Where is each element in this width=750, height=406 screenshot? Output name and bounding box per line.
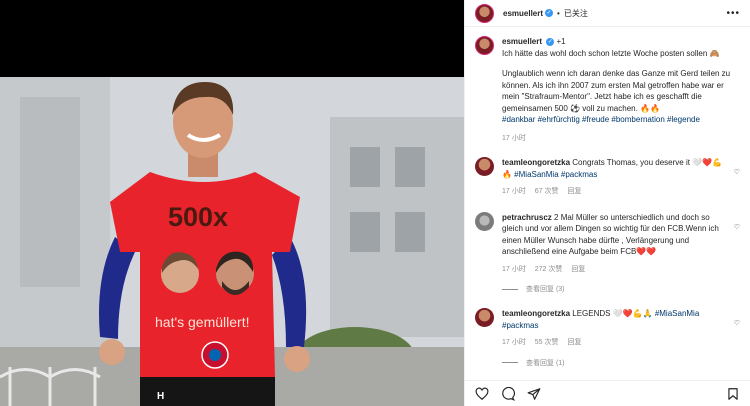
comment-likes[interactable]: 67 次赞 — [535, 186, 559, 198]
post-header: esmuellert ✓ • 已关注 ••• — [465, 0, 750, 27]
verified-icon: ✓ — [546, 37, 555, 46]
post-sidebar: esmuellert ✓ • 已关注 ••• esmuellert ✓ +1 I… — [464, 0, 750, 406]
reply-button[interactable]: 回复 — [571, 264, 585, 276]
view-replies[interactable]: 查看回复 (3) — [502, 284, 740, 294]
caption-meta: 17 小时 — [502, 133, 740, 145]
post-photo[interactable]: H 500x hat's gemüllert! — [0, 77, 464, 406]
separator-dot: • — [557, 8, 560, 18]
shirt-text-500x: 500x — [168, 202, 229, 232]
comment-text: LEGENDS 🤍❤️💪🙏 — [572, 309, 653, 318]
commenter-avatar[interactable] — [475, 211, 494, 231]
comment-like-icon[interactable]: ♡ — [734, 212, 740, 276]
comment-meta: 17 小时 272 次赞 回复 — [502, 264, 726, 276]
commenter-username[interactable]: teamleongoretzka — [502, 158, 570, 167]
commenter-avatar[interactable] — [475, 308, 494, 327]
comment-like-icon[interactable]: ♡ — [734, 157, 740, 198]
heart-icon[interactable] — [475, 387, 489, 401]
comment-time: 17 小时 — [502, 188, 526, 195]
post-media-panel: H 500x hat's gemüllert! — [0, 0, 464, 406]
share-icon[interactable] — [527, 387, 541, 401]
comment-item: teamleongoretzka Congrats Thomas, you de… — [475, 157, 740, 198]
author-avatar[interactable] — [475, 3, 494, 23]
view-replies[interactable]: 查看回复 (1) — [502, 358, 740, 368]
caption-username[interactable]: esmuellert — [502, 37, 542, 46]
caption-avatar[interactable] — [475, 36, 494, 55]
comment-time: 17 小时 — [502, 265, 526, 273]
reply-button[interactable]: 回复 — [567, 186, 581, 198]
verified-icon: ✓ — [545, 9, 554, 17]
comment-hashtags[interactable]: 🔥 #MiaSanMia #packmas — [502, 169, 726, 181]
view-replies-label[interactable]: 查看回复 (1) — [526, 358, 565, 368]
more-options-icon[interactable]: ••• — [726, 8, 740, 19]
svg-text:H: H — [157, 391, 164, 402]
caption-hashtags[interactable]: #dankbar #ehrfürchtig #freude #bombernat… — [502, 114, 740, 126]
shirt-text-slogan: hat's gemüllert! — [155, 314, 250, 330]
comment-item: petrachruscz 2 Mal Müller so unterschied… — [475, 211, 740, 276]
comment-item: teamleongoretzka LEGENDS 🤍❤️💪🙏 #MiaSanMi… — [475, 308, 740, 349]
comment-likes[interactable]: 55 次赞 — [535, 337, 559, 349]
comment-meta: 17 小时 55 次赞 回复 — [502, 337, 726, 349]
commenter-username[interactable]: teamleongoretzka — [502, 309, 570, 318]
caption-line-1: Ich hätte das wohl doch schon letzte Woc… — [502, 48, 720, 58]
follow-status-button[interactable]: 已关注 — [564, 8, 588, 19]
comment-text: Congrats Thomas, you deserve it 🤍❤️💪 — [572, 158, 723, 167]
comments-list[interactable]: esmuellert ✓ +1 Ich hätte das wohl doch … — [465, 36, 750, 376]
comment-time: 17 小时 — [502, 339, 526, 346]
commenter-username[interactable]: petrachruscz — [502, 213, 552, 222]
comment-icon[interactable] — [501, 386, 515, 401]
photo-illustration: H — [0, 77, 464, 406]
caption-time: 17 小时 — [502, 134, 526, 142]
commenter-avatar[interactable] — [475, 157, 494, 176]
view-replies-label[interactable]: 查看回复 (3) — [526, 284, 565, 294]
author-username[interactable]: esmuellert — [503, 9, 543, 18]
post-caption: esmuellert ✓ +1 Ich hätte das wohl doch … — [475, 36, 740, 144]
post-actions-bar — [465, 380, 750, 406]
replies-line — [502, 362, 518, 363]
comment-like-icon[interactable]: ♡ — [734, 308, 740, 349]
reply-button[interactable]: 回复 — [567, 337, 581, 349]
replies-line — [502, 288, 518, 290]
comment-likes[interactable]: 272 次赞 — [535, 264, 563, 276]
collab-count[interactable]: +1 — [557, 37, 566, 46]
caption-line-2: Unglaublich wenn ich daran denke das Gan… — [502, 69, 731, 113]
comment-meta: 17 小时 67 次赞 回复 — [502, 186, 726, 198]
bookmark-icon[interactable] — [726, 387, 740, 401]
